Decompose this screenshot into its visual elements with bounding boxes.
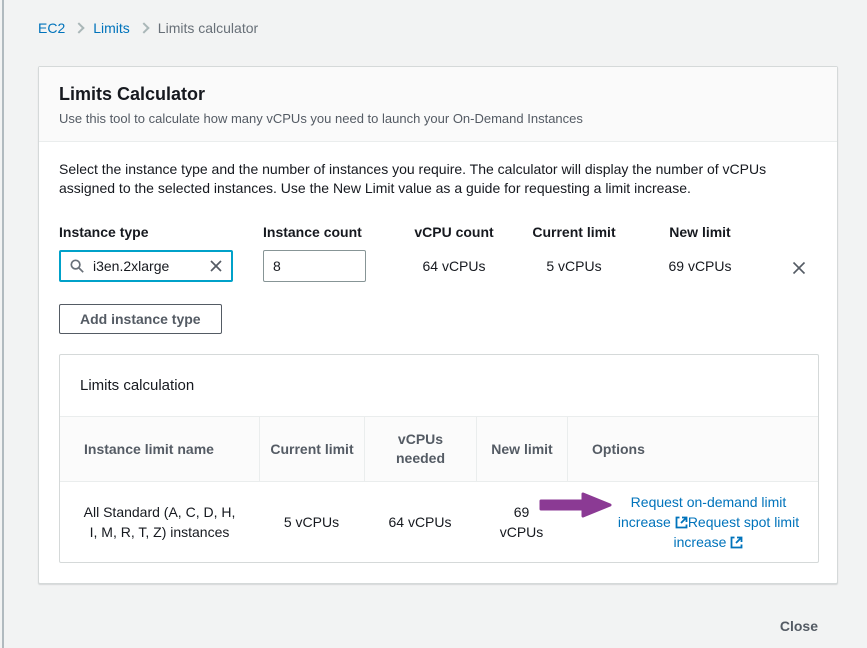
cell-vcpus-needed: 64 vCPUs <box>364 482 476 562</box>
card-body: Select the instance type and the number … <box>39 142 837 583</box>
instance-type-input[interactable] <box>91 257 209 275</box>
breadcrumb: EC2 Limits Limits calculator <box>38 20 258 36</box>
current-limit-value: 5 vCPUs <box>509 250 639 274</box>
breadcrumb-chevron-icon <box>74 22 85 33</box>
column-header-instance-limit-name: Instance limit name <box>60 417 259 481</box>
request-spot-limit-link[interactable]: Request spot limit increase <box>674 514 800 550</box>
limits-calculation-panel: Limits calculation Instance limit name C… <box>59 354 819 563</box>
new-limit-label: New limit <box>639 224 761 240</box>
instance-type-label: Instance type <box>59 224 263 240</box>
card-header: Limits Calculator Use this tool to calcu… <box>39 67 837 142</box>
search-icon <box>69 258 85 274</box>
cell-instance-limit-name: All Standard (A, C, D, H, I, M, R, T, Z)… <box>60 482 259 562</box>
panel-title: Limits calculation <box>80 377 798 394</box>
external-link-icon <box>730 536 743 549</box>
clear-search-icon[interactable] <box>209 259 223 273</box>
breadcrumb-link-ec2[interactable]: EC2 <box>38 20 65 36</box>
cell-options: Request on-demand limit increaseRequest … <box>567 482 818 562</box>
remove-row-icon[interactable] <box>791 260 807 276</box>
breadcrumb-link-limits[interactable]: Limits <box>93 20 130 36</box>
panel-header: Limits calculation <box>60 355 818 417</box>
page-subtitle: Use this tool to calculate how many vCPU… <box>59 111 817 126</box>
breadcrumb-chevron-icon <box>138 22 149 33</box>
column-header-current-limit: Current limit <box>259 417 364 481</box>
limits-calculator-card: Limits Calculator Use this tool to calcu… <box>38 66 838 584</box>
table-header-row: Instance limit name Current limit vCPUs … <box>60 417 818 481</box>
column-header-new-limit: New limit <box>476 417 567 481</box>
external-link-icon <box>675 516 688 529</box>
options-links: Request on-demand limit increaseRequest … <box>613 492 804 552</box>
breadcrumb-current: Limits calculator <box>158 20 258 36</box>
column-header-vcpus-needed: vCPUs needed <box>364 417 476 481</box>
vcpu-count-value: 64 vCPUs <box>399 250 509 274</box>
current-limit-label: Current limit <box>509 224 639 240</box>
page-title: Limits Calculator <box>59 84 817 105</box>
close-button[interactable]: Close <box>780 614 818 638</box>
instance-count-input[interactable] <box>263 250 366 282</box>
instance-count-label: Instance count <box>263 224 399 240</box>
instance-type-search[interactable] <box>59 250 233 282</box>
new-limit-value: 69 vCPUs <box>639 250 761 274</box>
column-header-options: Options <box>567 417 818 481</box>
table-row: All Standard (A, C, D, H, I, M, R, T, Z)… <box>60 481 818 562</box>
description-text: Select the instance type and the number … <box>59 160 817 198</box>
calculator-row: Instance type Instance <box>59 224 817 282</box>
cell-current-limit: 5 vCPUs <box>259 482 364 562</box>
annotation-arrow-icon <box>537 491 613 519</box>
vcpu-count-label: vCPU count <box>399 224 509 240</box>
add-instance-type-button[interactable]: Add instance type <box>59 304 222 334</box>
panel-divider <box>2 0 4 648</box>
